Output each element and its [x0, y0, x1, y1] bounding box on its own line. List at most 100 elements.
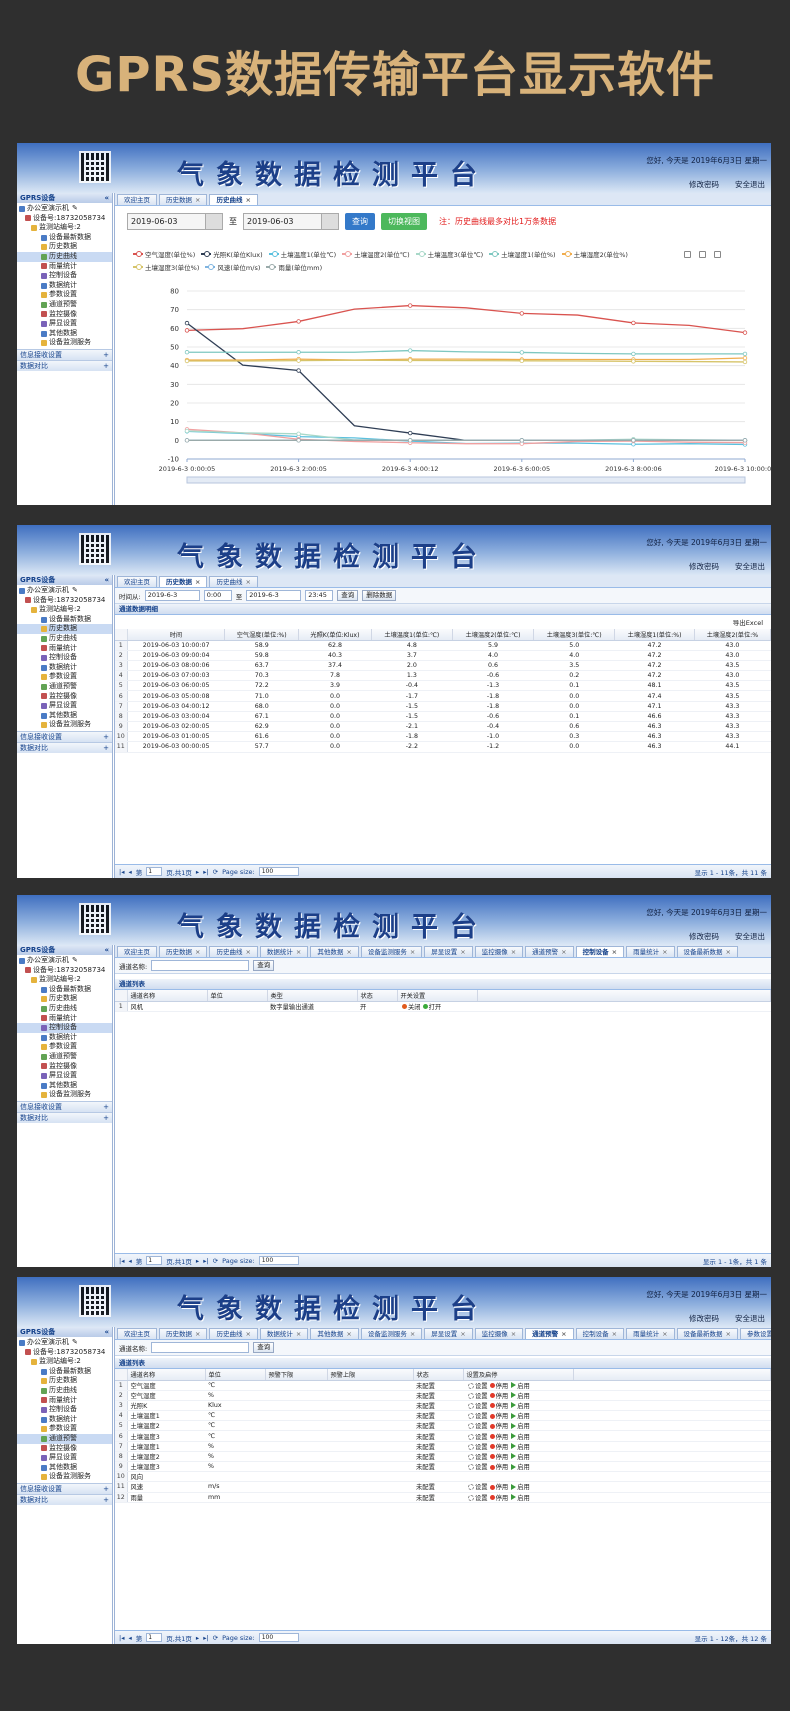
table-row[interactable]: 6 土壤温度3 ℃ 未配置 设置 停用 启用: [115, 1430, 771, 1442]
sidebar-item[interactable]: 监控摄像: [17, 1444, 112, 1454]
tab[interactable]: 历史数据 ×: [159, 946, 208, 957]
change-password-link[interactable]: 修改密码: [689, 1313, 719, 1324]
close-icon[interactable]: ×: [245, 1330, 250, 1338]
tree-device-no[interactable]: 设备号:18732058734: [17, 966, 112, 976]
close-icon[interactable]: ×: [612, 1330, 617, 1338]
export-excel-button[interactable]: 导出Excel: [733, 617, 763, 627]
sidebar-item[interactable]: 数据统计: [17, 1033, 112, 1043]
expand-icon[interactable]: +: [103, 361, 109, 371]
tab[interactable]: 控制设备 ×: [575, 946, 625, 957]
sidebar-item[interactable]: 设备最新数据: [17, 985, 112, 995]
column-header[interactable]: 土壤温度1(单位:℃): [371, 629, 453, 641]
tab[interactable]: 欢迎主页: [117, 946, 157, 957]
sidebar-item[interactable]: 参数设置: [17, 1042, 112, 1052]
sidebar-item[interactable]: 其他数据: [17, 329, 112, 339]
tree-device[interactable]: 办公室演示机 ✎: [17, 204, 112, 214]
legend-item[interactable]: 风速(单位m/s): [205, 262, 260, 272]
close-icon[interactable]: ×: [511, 948, 516, 956]
sidebar-item[interactable]: 控制设备: [17, 1023, 112, 1033]
table-row[interactable]: 1 风机 数字量输出通道开关闭 打开: [115, 1001, 771, 1012]
logout-link[interactable]: 安全退出: [735, 1313, 765, 1324]
sidebar-item[interactable]: 通道预警: [17, 300, 112, 310]
column-header[interactable]: 土壤湿度1(单位:%): [614, 629, 695, 641]
table-row[interactable]: 5 土壤温度2 ℃ 未配置 设置 停用 启用: [115, 1420, 771, 1432]
sidebar-item[interactable]: 控制设备: [17, 271, 112, 281]
range-navigator[interactable]: [186, 476, 746, 484]
channel-name-input[interactable]: [151, 960, 250, 971]
sidebar-item[interactable]: 屏显设置: [17, 1453, 112, 1463]
sidebar-item[interactable]: 监控摄像: [17, 692, 112, 702]
date-to-input[interactable]: 2019-6-3: [246, 590, 302, 601]
logout-link[interactable]: 安全退出: [735, 179, 765, 190]
query-button[interactable]: 查询: [253, 1342, 275, 1353]
close-icon[interactable]: ×: [726, 948, 731, 956]
sidebar-item[interactable]: 屏显设置: [17, 319, 112, 329]
column-header[interactable]: 预警上限: [327, 1369, 414, 1381]
close-icon[interactable]: ×: [662, 1330, 667, 1338]
table-row[interactable]: 8 2019-06-03 03:00:04 67.1 0.0 -1.5 -0.6 0.1 46…: [115, 711, 771, 723]
tab[interactable]: 历史曲线 ×: [209, 946, 258, 957]
sidebar-section[interactable]: 信息接收设置 +: [17, 730, 112, 742]
column-header[interactable]: 时间: [127, 629, 226, 641]
page-input[interactable]: 1: [146, 1256, 163, 1265]
column-header[interactable]: 预警下限: [265, 1369, 328, 1381]
enable-button[interactable]: 启用: [508, 1483, 530, 1491]
tab[interactable]: 设备监测服务 ×: [360, 1328, 423, 1339]
channel-name-input[interactable]: [151, 1342, 250, 1353]
enable-button[interactable]: 启用: [508, 1422, 530, 1430]
sidebar-section[interactable]: 信息接收设置 +: [17, 1100, 112, 1112]
close-icon[interactable]: ×: [296, 948, 301, 956]
setting-button[interactable]: 设置: [466, 1484, 488, 1491]
edit-icon[interactable]: ✎: [72, 204, 78, 214]
table-row[interactable]: 7 2019-06-03 04:00:12 68.0 0.0 -1.5 -1.8 0.0 47…: [115, 701, 771, 712]
refresh-icon[interactable]: ⟳: [213, 1257, 218, 1265]
column-header[interactable]: 土壤温度3(单位:℃): [533, 629, 616, 641]
column-header[interactable]: 光照K(单位:Klux): [298, 629, 372, 641]
column-header[interactable]: 通道名称: [127, 1369, 206, 1381]
page-input[interactable]: 1: [146, 1633, 163, 1642]
logout-link[interactable]: 安全退出: [735, 931, 765, 942]
disable-button[interactable]: 停用: [488, 1495, 508, 1501]
query-button[interactable]: 查询: [345, 212, 375, 230]
next-page-button[interactable]: ▸: [196, 1634, 199, 1642]
legend-item[interactable]: 空气湿度(单位%): [133, 249, 195, 259]
disable-button[interactable]: 停用: [488, 1434, 508, 1440]
table-row[interactable]: 3 2019-06-03 08:00:06 63.7 37.4 2.0 0.6 3.5 47.…: [115, 660, 771, 672]
tab[interactable]: 欢迎主页: [117, 576, 157, 587]
column-header[interactable]: 空气湿度(单位:%): [224, 629, 300, 641]
sidebar-item[interactable]: 历史曲线: [17, 1386, 112, 1396]
close-icon[interactable]: ×: [460, 948, 465, 956]
table-row[interactable]: 11 风速 m/s 未配置 设置 停用 启用: [115, 1481, 771, 1493]
column-header[interactable]: 设置及启停: [463, 1369, 574, 1381]
close-icon[interactable]: ×: [662, 948, 667, 956]
tab[interactable]: 历史数据 ×: [159, 194, 208, 205]
next-page-button[interactable]: ▸: [196, 868, 199, 876]
time-from-select[interactable]: 0:00: [203, 590, 232, 601]
tab[interactable]: 其他数据 ×: [310, 1328, 359, 1339]
query-button[interactable]: 查询: [337, 590, 359, 601]
close-icon[interactable]: ×: [612, 948, 617, 956]
sidebar-section[interactable]: 数据对比 +: [17, 741, 112, 753]
change-password-link[interactable]: 修改密码: [689, 561, 719, 572]
sidebar-item[interactable]: 通道预警: [17, 1052, 112, 1062]
tree-station[interactable]: 监测站编号:2: [17, 223, 112, 233]
disable-button[interactable]: 停用: [488, 1383, 508, 1389]
legend-item[interactable]: 土壤温度3(单位℃): [415, 249, 483, 259]
table-row[interactable]: 2 空气湿度% 未配置 设置 停用 启用: [115, 1390, 771, 1401]
tab[interactable]: 雨量统计 ×: [626, 946, 675, 957]
legend-item[interactable]: 土壤湿度3(单位%): [133, 262, 199, 272]
setting-button[interactable]: 设置: [466, 1392, 488, 1399]
sidebar-item[interactable]: 通道预警: [17, 682, 112, 692]
close-icon[interactable]: ×: [195, 948, 200, 956]
sidebar-item[interactable]: 雨量统计: [17, 644, 112, 654]
sidebar-item[interactable]: 设备最新数据: [17, 1367, 112, 1377]
enable-button[interactable]: 启用: [508, 1494, 530, 1501]
table-row[interactable]: 3 光照K Klux 未配置 设置 停用 启用: [115, 1400, 771, 1412]
close-icon[interactable]: ×: [346, 948, 351, 956]
table-row[interactable]: 2 2019-06-03 09:00:04 59.8 40.3 3.7 4.0 4.0 47.…: [115, 650, 771, 661]
sidebar-item[interactable]: 数据统计: [17, 1415, 112, 1425]
close-icon[interactable]: ×: [561, 1330, 566, 1338]
switch-view-button[interactable]: 切换视图: [381, 212, 427, 230]
prev-page-button[interactable]: ◂: [128, 868, 131, 876]
sidebar-item[interactable]: 参数设置: [17, 290, 112, 300]
